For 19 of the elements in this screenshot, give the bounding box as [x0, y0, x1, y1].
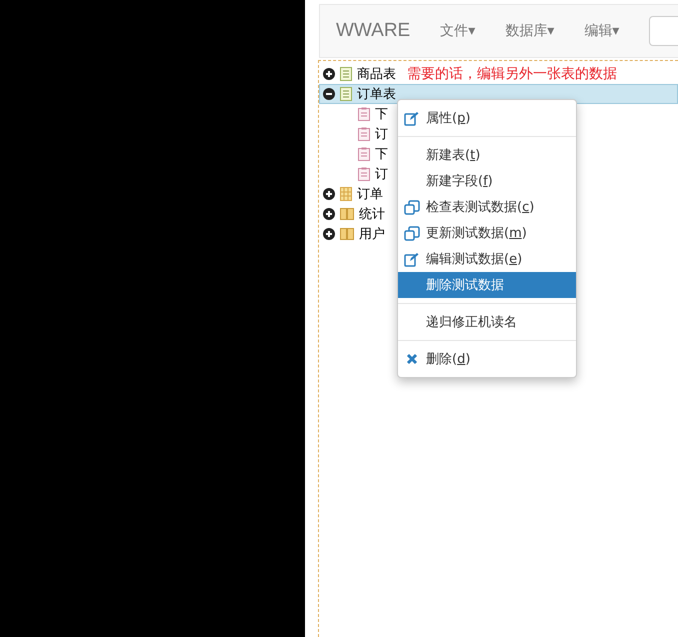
- menu-item-label: 递归修正机读名: [426, 314, 517, 331]
- menu-item-label: 更新测试数据(m): [426, 225, 527, 242]
- menu-item-label: 编辑测试数据(e): [426, 251, 522, 268]
- tree-label: 下: [375, 106, 388, 123]
- menu-item-label: 新建表(t): [426, 147, 480, 164]
- tree-label: 商品表: [357, 66, 396, 83]
- tree-label: 统计: [359, 206, 385, 223]
- menu-item-label: 新建字段(f): [426, 173, 493, 190]
- tree-label: 订单: [357, 186, 383, 203]
- menu-item-label: 检查表测试数据(c): [426, 199, 534, 216]
- annotation-text: 需要的话，编辑另外一张表的数据: [407, 65, 617, 83]
- menu-item-label: 删除(d): [426, 351, 470, 368]
- tree-label: 订: [375, 166, 388, 183]
- tree-label: 下: [375, 146, 388, 163]
- tree-label: 订: [375, 126, 388, 143]
- tree-label: 用户: [359, 226, 385, 243]
- menu-item-label: 属性(p): [426, 110, 470, 127]
- menu-item-label: 删除测试数据: [426, 277, 504, 294]
- tree-label: 订单表: [357, 86, 396, 103]
